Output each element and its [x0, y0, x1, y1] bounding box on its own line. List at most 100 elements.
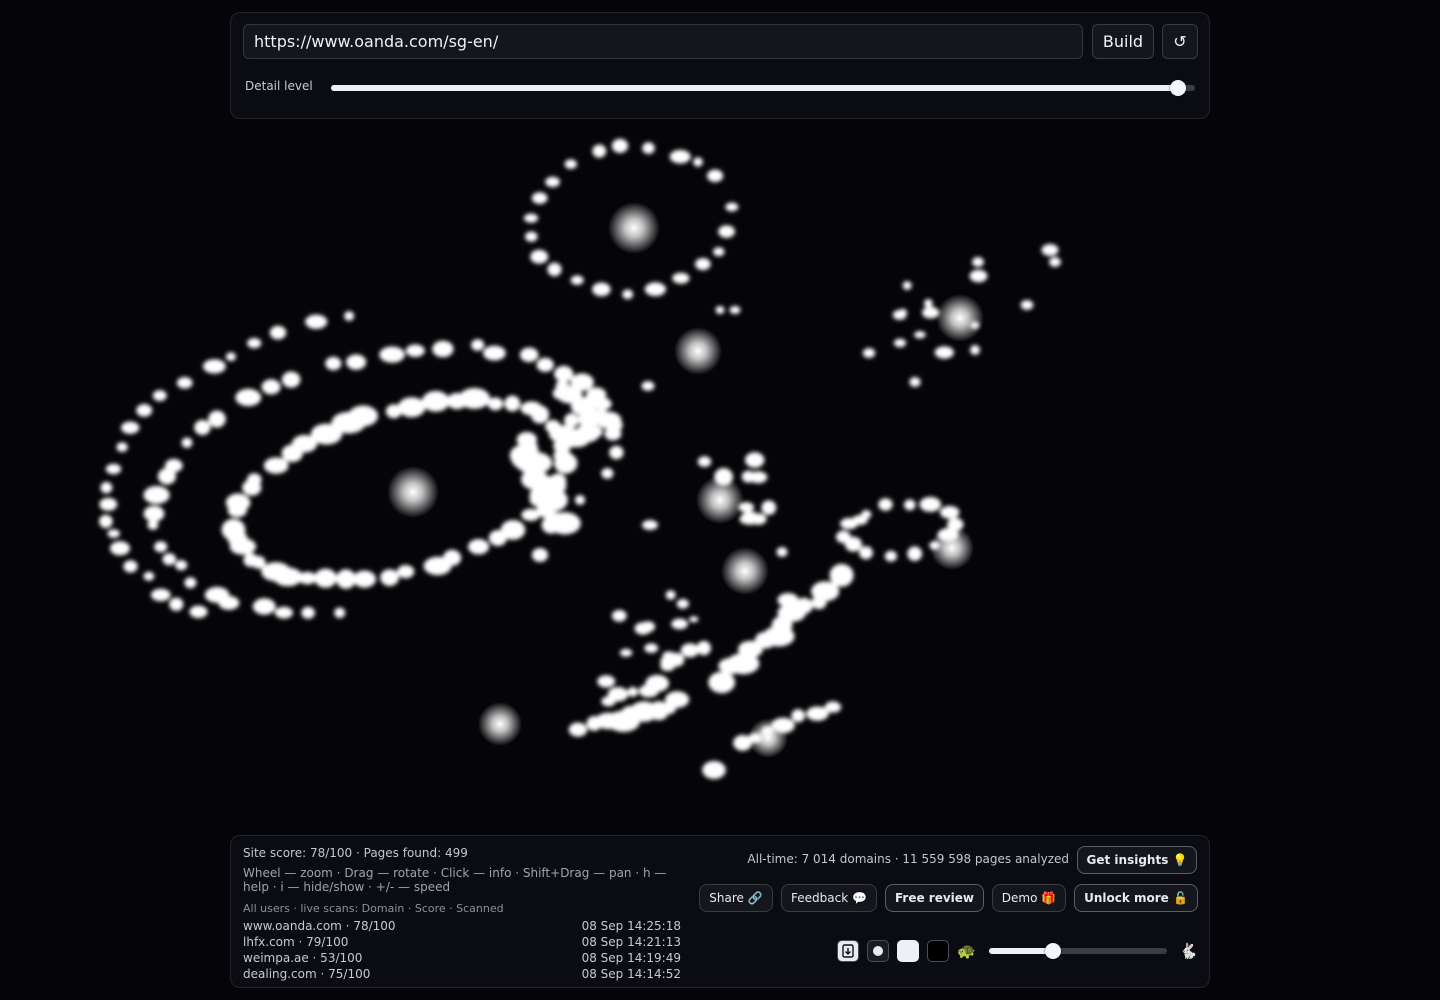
- graph-node[interactable]: [671, 618, 688, 630]
- graph-node[interactable]: [530, 405, 550, 424]
- graph-node[interactable]: [669, 149, 691, 164]
- graph-node[interactable]: [777, 593, 799, 607]
- graph-node[interactable]: [525, 231, 538, 242]
- graph-node[interactable]: [336, 569, 356, 589]
- graph-node[interactable]: [697, 456, 712, 467]
- graph-hub-node[interactable]: [608, 202, 660, 254]
- graph-node[interactable]: [380, 569, 399, 586]
- graph-node[interactable]: [143, 486, 170, 504]
- graph-node[interactable]: [729, 306, 741, 314]
- graph-node[interactable]: [878, 498, 893, 511]
- graph-node[interactable]: [665, 590, 676, 600]
- graph-node[interactable]: [601, 696, 616, 707]
- graph-node[interactable]: [301, 606, 315, 619]
- graph-node[interactable]: [893, 338, 907, 348]
- theme-light-button[interactable]: [897, 940, 919, 962]
- graph-node[interactable]: [830, 572, 846, 584]
- graph-node[interactable]: [531, 548, 549, 562]
- graph-node[interactable]: [554, 452, 578, 474]
- graph-node[interactable]: [791, 709, 805, 723]
- graph-node[interactable]: [1041, 244, 1059, 256]
- graph-node[interactable]: [379, 346, 405, 363]
- graph-node[interactable]: [1049, 257, 1061, 267]
- graph-node[interactable]: [225, 352, 236, 362]
- graph-node[interactable]: [194, 419, 211, 436]
- reset-button[interactable]: ↺: [1162, 24, 1198, 59]
- graph-node[interactable]: [184, 577, 197, 589]
- graph-node[interactable]: [143, 571, 155, 581]
- graph-node[interactable]: [175, 560, 188, 571]
- graph-node[interactable]: [523, 213, 539, 223]
- graph-node[interactable]: [824, 701, 842, 713]
- graph-node[interactable]: [405, 344, 425, 358]
- graph-node[interactable]: [110, 541, 130, 556]
- graph-node[interactable]: [693, 157, 703, 167]
- graph-node[interactable]: [504, 395, 521, 412]
- graph-node[interactable]: [432, 340, 454, 358]
- graph-node[interactable]: [597, 675, 616, 688]
- graph-node[interactable]: [152, 390, 167, 402]
- graph-node[interactable]: [181, 437, 193, 448]
- list-item[interactable]: www.oanda.com · 78/100 08 Sep 14:25:18: [243, 918, 681, 934]
- graph-node[interactable]: [892, 309, 907, 320]
- graph-node[interactable]: [619, 648, 633, 657]
- graph-node[interactable]: [555, 427, 584, 448]
- graph-node[interactable]: [592, 144, 607, 158]
- graph-node[interactable]: [325, 356, 342, 371]
- graph-node[interactable]: [243, 553, 259, 567]
- graph-node[interactable]: [471, 339, 485, 351]
- graph-node[interactable]: [568, 722, 588, 737]
- graph-node[interactable]: [261, 379, 281, 395]
- theme-dots-button[interactable]: [867, 940, 889, 962]
- graph-node[interactable]: [107, 529, 120, 538]
- graph-node[interactable]: [852, 515, 868, 525]
- graph-node[interactable]: [116, 442, 128, 452]
- graph-node[interactable]: [99, 497, 118, 511]
- graph-node[interactable]: [601, 468, 614, 479]
- graph-node[interactable]: [554, 365, 574, 382]
- speed-slider[interactable]: [989, 943, 1167, 959]
- graph-node[interactable]: [169, 597, 184, 611]
- graph-node[interactable]: [281, 371, 301, 388]
- graph-hub-node[interactable]: [936, 294, 984, 342]
- graph-node[interactable]: [1020, 300, 1034, 310]
- graph-node[interactable]: [564, 413, 579, 428]
- graph-node[interactable]: [123, 560, 138, 573]
- graph-node[interactable]: [907, 546, 923, 561]
- graph-node[interactable]: [536, 357, 554, 372]
- graph-node[interactable]: [909, 377, 921, 387]
- graph-node[interactable]: [483, 345, 506, 361]
- graph-node[interactable]: [970, 345, 980, 355]
- graph-node[interactable]: [702, 761, 726, 779]
- graph-node[interactable]: [164, 458, 183, 473]
- graph-hub-node[interactable]: [930, 526, 974, 570]
- graph-node[interactable]: [574, 495, 586, 505]
- graph-node[interactable]: [914, 331, 926, 339]
- graph-node[interactable]: [189, 605, 208, 619]
- graph-node[interactable]: [530, 249, 549, 264]
- url-input[interactable]: [243, 24, 1083, 59]
- graph-node[interactable]: [904, 499, 916, 511]
- graph-hub-node[interactable]: [387, 466, 439, 518]
- graph-node[interactable]: [397, 397, 426, 418]
- share-button[interactable]: Share 🔗: [699, 884, 773, 912]
- graph-node[interactable]: [225, 493, 251, 512]
- graph-node[interactable]: [314, 568, 337, 588]
- graph-hub-node[interactable]: [674, 327, 722, 375]
- graph-node[interactable]: [261, 562, 291, 582]
- graph-node[interactable]: [644, 643, 659, 654]
- graph-node[interactable]: [708, 671, 736, 694]
- detail-level-handle[interactable]: [1170, 80, 1186, 96]
- graph-node[interactable]: [862, 348, 876, 358]
- graph-node[interactable]: [235, 388, 262, 407]
- graph-node[interactable]: [208, 410, 226, 428]
- graph-node[interactable]: [919, 496, 942, 512]
- graph-node[interactable]: [627, 686, 639, 697]
- graph-node[interactable]: [176, 377, 193, 389]
- graph-node[interactable]: [247, 473, 262, 486]
- graph-hub-node[interactable]: [696, 476, 744, 524]
- graph-node[interactable]: [263, 457, 289, 474]
- graph-node[interactable]: [611, 138, 629, 153]
- graph-node[interactable]: [696, 640, 711, 656]
- download-button[interactable]: [837, 940, 859, 962]
